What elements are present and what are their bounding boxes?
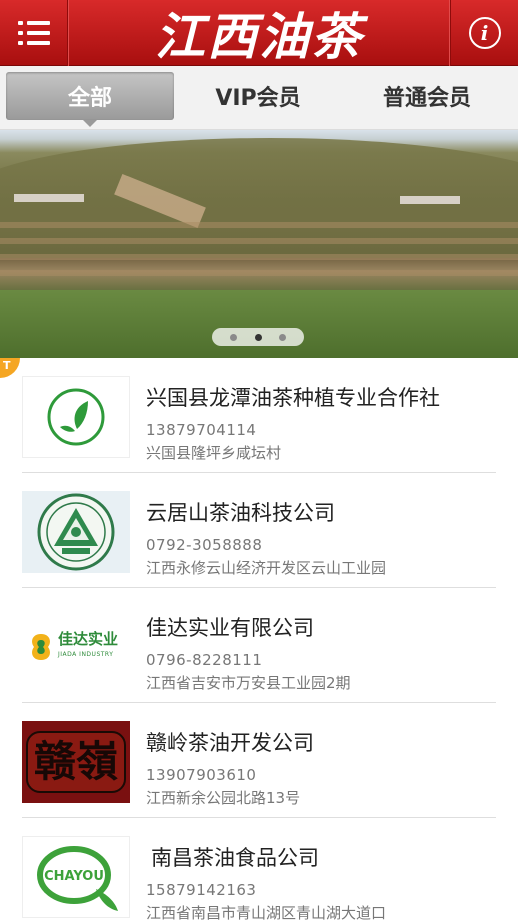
jiada-swirl-icon (32, 634, 50, 660)
company-list: 兴国县龙潭油茶种植专业合作社 13879704114 兴国县隆坪乡咸坛村 云居山… (0, 358, 518, 920)
company-phone[interactable]: 15879142163 (146, 881, 256, 899)
banner-terrace (0, 254, 518, 260)
carousel-dot-active[interactable] (254, 333, 262, 341)
company-phone[interactable]: 13907903610 (146, 766, 256, 784)
banner-house (14, 194, 84, 202)
banner-terrace (0, 238, 518, 244)
list-item[interactable]: 赣嶺 赣岭茶油开发公司 13907903610 江西新余公园北路13号 (0, 703, 518, 818)
company-address: 江西省吉安市万安县工业园2期 (146, 674, 351, 692)
list-item[interactable]: 兴国县龙潭油茶种植专业合作社 13879704114 兴国县隆坪乡咸坛村 (0, 358, 518, 473)
menu-button[interactable] (0, 0, 68, 66)
company-address: 兴国县隆坪乡咸坛村 (146, 444, 282, 462)
carousel-dot[interactable] (229, 333, 237, 341)
company-name: 南昌茶油食品公司 (151, 846, 319, 870)
company-name: 兴国县龙潭油茶种植专业合作社 (146, 386, 440, 410)
ganling-calligraphy-logo: 赣嶺 (22, 721, 130, 803)
carousel-indicator (212, 328, 304, 346)
company-phone[interactable]: 0796-8228111 (146, 651, 262, 669)
app-title: 江西油茶 (155, 7, 363, 66)
list-item[interactable]: 佳达实业 JIADA INDUSTRY 佳达实业有限公司 0796-822811… (0, 588, 518, 703)
list-item[interactable]: 云居山茶油科技公司 0792-3058888 江西永修云山经济开发区云山工业园 (0, 473, 518, 588)
tab-vip[interactable]: VIP会员 (180, 72, 336, 120)
banner-field (0, 290, 518, 358)
tab-regular[interactable]: 普通会员 (344, 72, 510, 120)
yunjushan-triangle-logo (22, 491, 130, 573)
banner-house (400, 196, 460, 204)
banner-terrace (0, 270, 518, 276)
company-name: 赣岭茶油开发公司 (146, 731, 314, 755)
info-icon: i (468, 17, 501, 49)
carousel-dot[interactable] (279, 333, 287, 341)
company-name: 云居山茶油科技公司 (146, 501, 335, 525)
company-name: 佳达实业有限公司 (146, 616, 314, 640)
company-phone[interactable]: 13879704114 (146, 421, 256, 439)
logo-subtext: JIADA INDUSTRY (58, 651, 114, 658)
logo-text: 佳达实业 (58, 630, 119, 648)
list-item[interactable]: CHAYOU 南昌茶油食品公司 15879142163 江西省南昌市青山湖区青山… (0, 818, 518, 920)
menu-icon (17, 21, 50, 45)
logo-text: 赣嶺 (25, 731, 126, 793)
company-address: 江西永修云山经济开发区云山工业园 (146, 559, 387, 577)
green-leaf-logo (22, 376, 130, 458)
company-phone[interactable]: 0792-3058888 (146, 536, 262, 554)
logo-text: CHAYOU (44, 869, 104, 884)
banner-carousel[interactable] (0, 130, 518, 358)
company-address: 江西省南昌市青山湖区青山湖大道口 (146, 904, 387, 920)
company-address: 江西新余公园北路13号 (146, 789, 301, 807)
banner-terrace (0, 222, 518, 228)
jiada-industry-logo: 佳达实业 JIADA INDUSTRY (22, 606, 130, 688)
top-bar: 江西油茶 i (0, 0, 518, 66)
member-tabs: 全部 VIP会员 普通会员 (0, 66, 518, 130)
info-button[interactable]: i (450, 0, 518, 66)
chayou-leaf-logo: CHAYOU (22, 836, 130, 918)
tab-all[interactable]: 全部 (6, 72, 174, 127)
